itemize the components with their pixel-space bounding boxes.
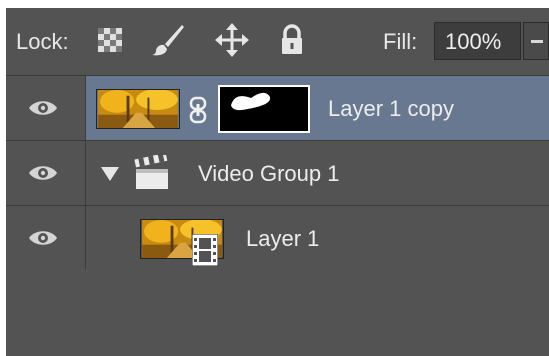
lock-transparent-pixels-icon[interactable] <box>92 22 128 58</box>
link-icon[interactable] <box>188 96 208 124</box>
expand-triangle-icon[interactable] <box>100 165 120 183</box>
fill-opacity-input[interactable]: 100% <box>434 22 521 60</box>
layer-mask-thumbnail[interactable] <box>218 85 310 133</box>
layer-name[interactable]: Layer 1 copy <box>328 96 454 122</box>
lock-bar: Lock: Fill: 100% <box>6 8 549 76</box>
fill-value: 100% <box>445 29 502 54</box>
fill-dropdown-button[interactable] <box>523 22 549 60</box>
layers-list-empty-area <box>6 269 549 356</box>
layers-panel: Lock: Fill: 100% Layer 1 copy Video Grou… <box>6 8 549 356</box>
eye-icon <box>29 231 57 245</box>
layer-row-layer-1[interactable]: Layer 1 <box>6 206 549 271</box>
lock-position-icon[interactable] <box>214 22 250 58</box>
visibility-toggle[interactable] <box>6 206 86 270</box>
layer-name[interactable]: Layer 1 <box>246 226 319 252</box>
lock-all-icon[interactable] <box>274 22 310 58</box>
film-strip-icon <box>192 234 218 266</box>
eye-icon <box>29 166 57 180</box>
visibility-toggle[interactable] <box>6 141 86 205</box>
clapperboard-icon <box>134 155 168 189</box>
layer-row-layer-1-copy[interactable]: Layer 1 copy <box>6 76 549 141</box>
eye-icon <box>29 101 57 115</box>
layer-row-video-group-1[interactable]: Video Group 1 <box>6 141 549 206</box>
visibility-toggle[interactable] <box>6 76 86 140</box>
lock-image-pixels-icon[interactable] <box>150 22 186 58</box>
layer-name[interactable]: Video Group 1 <box>198 161 339 187</box>
lock-label: Lock: <box>16 29 69 54</box>
fill-label: Fill: <box>383 29 418 54</box>
layer-thumbnail[interactable] <box>96 89 180 129</box>
